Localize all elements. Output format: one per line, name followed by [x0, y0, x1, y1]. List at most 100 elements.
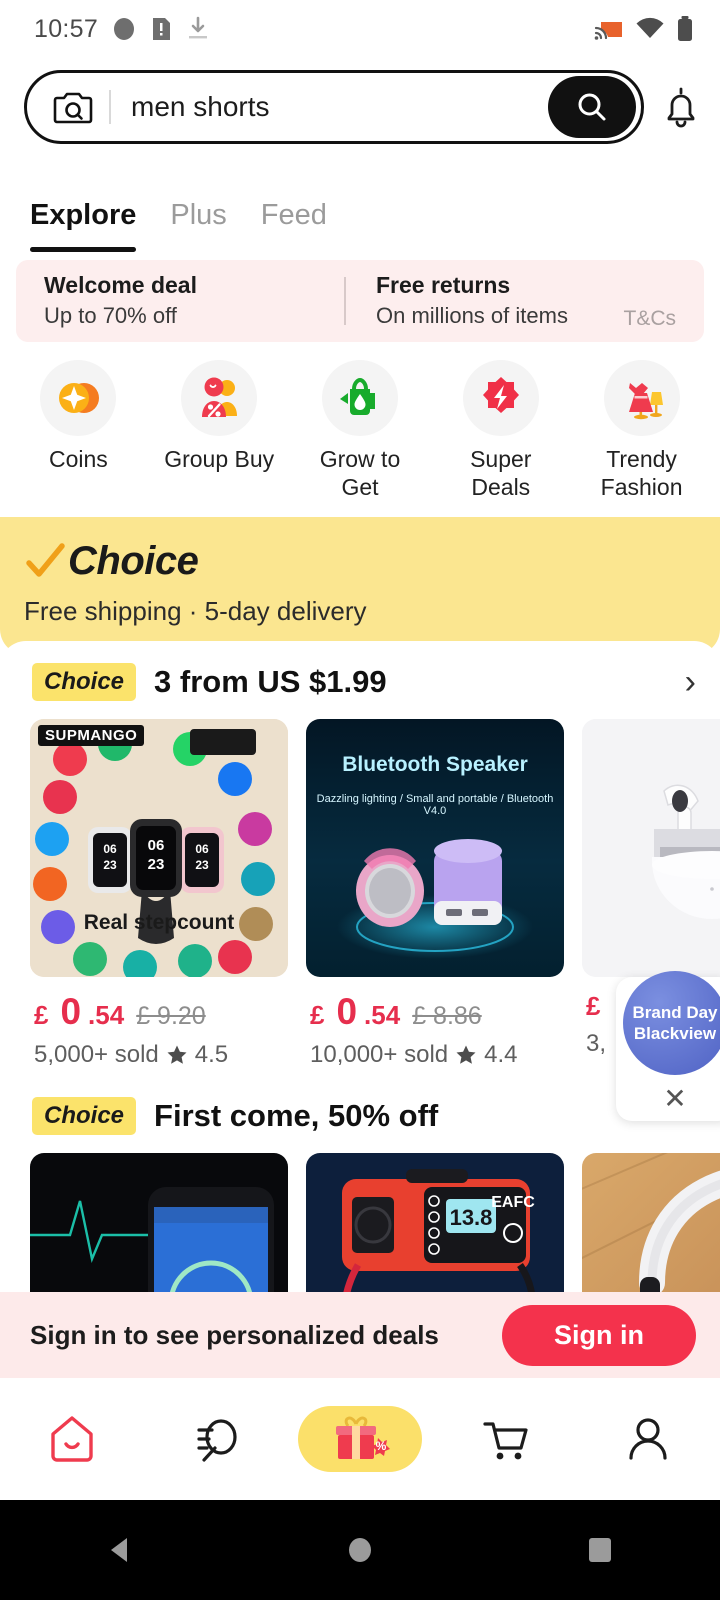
category-grow-to-get[interactable]: Grow to Get [290, 360, 431, 501]
group-buy-icon [202, 377, 238, 418]
product-rating: 4.4 [484, 1041, 518, 1069]
tab-explore[interactable]: Explore [30, 199, 137, 252]
wifi-icon [636, 17, 664, 38]
nav-account[interactable] [576, 1412, 720, 1466]
product-image-speaker[interactable]: Bluetooth Speaker Dazzling lighting / Sm… [306, 719, 564, 978]
signin-bar: Sign in to see personalized deals Sign i… [0, 1292, 720, 1378]
super-deals-bubble [462, 360, 539, 436]
category-row: Coins Group Buy Grow to Get Super Deals … [0, 342, 720, 513]
price-currency: £ [310, 1000, 325, 1031]
nav-feed[interactable] [144, 1412, 288, 1466]
product-overlay-title: Bluetooth Speaker [342, 753, 528, 777]
brand-day-badge[interactable]: Brand Day Blackview [623, 971, 720, 1075]
status-bar-right [594, 15, 694, 43]
section-header-1[interactable]: Choice 3 from US $1.99 › [0, 663, 720, 702]
section-title: First come, 50% off [154, 1098, 439, 1134]
price-integer: 0 [336, 991, 357, 1033]
smartwatch-artwork: 06 23 06 23 06 23 [30, 719, 288, 978]
tab-feed[interactable]: Feed [261, 199, 327, 238]
product-row-1: 06 23 06 23 06 23 SUPMANGO Real stepcoun… [0, 701, 720, 1069]
close-icon[interactable]: ✕ [663, 1085, 686, 1113]
tab-plus[interactable]: Plus [170, 199, 226, 238]
camera-search-icon[interactable] [53, 89, 93, 125]
svg-text:23: 23 [195, 858, 209, 872]
dress-icon [628, 383, 663, 420]
section-title: 3 from US $1.99 [154, 664, 387, 700]
signin-button[interactable]: Sign in [502, 1304, 696, 1366]
price-decimal: .54 [364, 1000, 401, 1031]
bottom-nav: % [0, 1378, 720, 1500]
watering-can-bubble [321, 360, 398, 436]
price-decimal: .54 [88, 1000, 125, 1031]
coins-bubble [40, 360, 117, 436]
chevron-right-icon[interactable]: › [685, 665, 696, 699]
earbuds-artwork [582, 719, 720, 978]
category-trendy-fashion[interactable]: Trendy Fashion [571, 360, 712, 501]
svg-text:06: 06 [195, 842, 209, 856]
category-super-deals[interactable]: Super Deals [430, 360, 571, 501]
promo-returns-title: Free returns [376, 272, 511, 299]
choice-badge: Choice [32, 1097, 137, 1136]
product-card[interactable]: 06 23 06 23 06 23 SUPMANGO Real stepcoun… [30, 719, 288, 1069]
status-bar: 10:57 [0, 0, 720, 58]
svg-text:06: 06 [148, 837, 165, 854]
category-label: Grow to Get [319, 446, 401, 500]
product-meta: 5,000+ sold 4.5 [30, 1041, 288, 1069]
svg-text:06: 06 [103, 842, 117, 856]
home-icon [51, 1416, 93, 1462]
deals-pill[interactable]: % [298, 1406, 422, 1472]
promo-welcome-deal: Welcome deal Up to 70% off [44, 271, 344, 331]
nav-home[interactable] [0, 1412, 144, 1466]
home-button[interactable] [343, 1533, 377, 1567]
product-card[interactable]: Bluetooth Speaker Dazzling lighting / Sm… [306, 719, 564, 1069]
product-rating: 4.5 [194, 1041, 229, 1069]
recents-button[interactable] [583, 1533, 617, 1567]
watering-can-icon [339, 377, 375, 415]
svg-text:13.8: 13.8 [450, 1205, 493, 1230]
lightning-badge-icon [482, 377, 519, 413]
signin-message: Sign in to see personalized deals [30, 1319, 439, 1350]
product-price: £ 0 .54 £ 9.20 [30, 991, 288, 1033]
cart-icon [483, 1422, 528, 1460]
promo-terms-link[interactable]: T&Cs [624, 307, 677, 331]
circle-icon [114, 18, 135, 40]
back-button[interactable] [103, 1533, 137, 1567]
coins-icon [59, 383, 100, 413]
product-image-earbuds[interactable] [582, 719, 720, 978]
product-sold-count: 10,000+ sold [310, 1041, 449, 1069]
choice-logo-text: Choice [68, 539, 199, 584]
product-price: £ 0 .54 £ 8.86 [306, 991, 564, 1033]
promo-welcome-title: Welcome deal [44, 272, 197, 299]
nav-cart[interactable] [432, 1412, 576, 1466]
brand-ad-line2: Blackview [633, 1024, 717, 1043]
search-button[interactable] [548, 76, 636, 138]
nav-deals[interactable]: % [288, 1406, 432, 1472]
category-coins[interactable]: Coins [8, 360, 149, 501]
check-icon [26, 542, 65, 577]
svg-text:%: % [376, 1439, 387, 1453]
trendy-fashion-bubble [603, 360, 680, 436]
product-image-smartwatch[interactable]: 06 23 06 23 06 23 SUPMANGO Real stepcoun… [30, 719, 288, 978]
product-meta: 10,000+ sold 4.4 [306, 1041, 564, 1069]
search-bar[interactable]: men shorts [24, 70, 644, 144]
section-header-2[interactable]: Choice First come, 50% off [0, 1097, 720, 1136]
price-currency: £ [34, 1000, 49, 1031]
category-label: Super Deals [470, 446, 532, 500]
search-icon [578, 93, 606, 121]
choice-banner[interactable]: Choice Free shipping · 5-day delivery [0, 517, 720, 656]
choice-logo: Choice [24, 539, 696, 584]
sim-alert-icon [153, 18, 171, 40]
promo-banner[interactable]: Welcome deal Up to 70% off Free returns … [16, 260, 704, 342]
product-sold-count: 3, [586, 1030, 607, 1058]
product-sold-count: 5,000+ sold [34, 1041, 159, 1069]
promo-welcome-sub: Up to 70% off [44, 303, 177, 329]
promo-free-returns: Free returns On millions of items T&Cs [346, 271, 676, 331]
price-currency: £ [586, 991, 601, 1022]
notification-bell-icon[interactable] [658, 83, 704, 131]
promo-returns-sub: On millions of items [376, 303, 568, 329]
brand-day-ad[interactable]: Brand Day Blackview ✕ [616, 971, 720, 1121]
category-group-buy[interactable]: Group Buy [149, 360, 290, 501]
choice-subtitle: Free shipping · 5-day delivery [24, 596, 367, 627]
product-brand-tag: SUPMANGO [38, 725, 145, 747]
search-input[interactable]: men shorts [131, 91, 548, 123]
